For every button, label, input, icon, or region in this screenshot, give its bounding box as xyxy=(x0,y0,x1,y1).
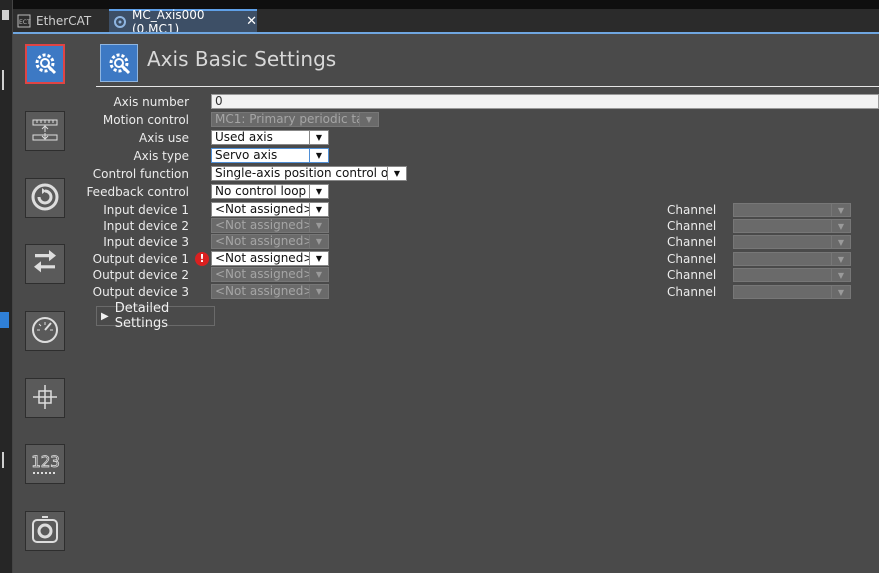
axis-number-field[interactable]: 0 xyxy=(211,94,879,109)
chevron-down-icon: ▼ xyxy=(831,219,851,233)
control-function-select[interactable]: Single-axis position control only ▼ xyxy=(211,166,407,181)
input-device-3-select: <Not assigned> ▼ xyxy=(211,234,329,249)
axis-settings-panel: 123 Axis Basic Settings Axis number 0 Mo… xyxy=(13,32,879,573)
output-device-1-channel-select: ▼ xyxy=(733,252,851,266)
chevron-down-icon: ▼ xyxy=(831,268,851,282)
channel-label: Channel xyxy=(667,203,717,217)
axis-icon xyxy=(113,15,127,29)
axis-number-label: Axis number xyxy=(113,95,189,109)
chevron-down-icon[interactable]: ▼ xyxy=(309,130,329,145)
input-device-2-select: <Not assigned> ▼ xyxy=(211,218,329,233)
axis-type-label: Axis type xyxy=(133,149,189,163)
axis-use-label: Axis use xyxy=(139,131,189,145)
encoder-icon xyxy=(30,515,60,548)
channel-label: Channel xyxy=(667,235,717,249)
tab-label: EtherCAT xyxy=(36,13,92,28)
tab-bar: ECT EtherCAT MC_Axis000 (0,MC1) ✕ xyxy=(13,0,879,36)
chevron-down-icon[interactable]: ▼ xyxy=(309,148,329,163)
strip-selection-marker xyxy=(0,312,9,328)
chevron-down-icon: ▼ xyxy=(831,252,851,266)
motion-control-select: MC1: Primary periodic task ▼ xyxy=(211,112,379,127)
chevron-down-icon[interactable]: ▼ xyxy=(309,202,329,217)
gear-icon xyxy=(31,49,59,80)
input-device-1-select[interactable]: <Not assigned> ▼ xyxy=(211,202,329,217)
sidebar-item-position-count-settings[interactable] xyxy=(25,378,65,418)
ethercat-icon: ECT xyxy=(17,14,31,28)
output-device-1-label: Output device 1 xyxy=(92,252,189,266)
gauge-icon xyxy=(30,315,60,348)
output-device-2-label: Output device 2 xyxy=(92,268,189,282)
input-device-1-label: Input device 1 xyxy=(103,203,189,217)
chevron-down-icon[interactable]: ▼ xyxy=(309,251,329,266)
chevron-down-icon: ▼ xyxy=(831,203,851,217)
expand-triangle-icon: ▶ xyxy=(101,310,109,322)
chevron-down-icon: ▼ xyxy=(831,235,851,249)
sidebar-item-servo-drive-settings[interactable]: 123 xyxy=(25,444,65,484)
output-device-1-select[interactable]: <Not assigned> ▼ xyxy=(211,251,329,266)
sidebar-item-homing-settings[interactable] xyxy=(25,511,65,551)
channel-label: Channel xyxy=(667,219,717,233)
chevron-down-icon: ▼ xyxy=(309,218,329,233)
motion-control-label: Motion control xyxy=(102,113,189,127)
chevron-down-icon: ▼ xyxy=(309,234,329,249)
header-divider xyxy=(96,86,879,87)
channel-label: Channel xyxy=(667,252,717,266)
feedback-control-select[interactable]: No control loop ▼ xyxy=(211,184,329,199)
output-device-2-channel-select: ▼ xyxy=(733,268,851,282)
control-function-label: Control function xyxy=(92,167,189,181)
input-device-1-channel-select: ▼ xyxy=(733,203,851,217)
chevron-down-icon: ▼ xyxy=(359,112,379,127)
chevron-down-icon[interactable]: ▼ xyxy=(387,166,407,181)
input-device-2-label: Input device 2 xyxy=(103,219,189,233)
feedback-control-label: Feedback control xyxy=(86,185,189,199)
tab-ethercat[interactable]: ECT EtherCAT xyxy=(13,9,105,32)
input-device-3-label: Input device 3 xyxy=(103,235,189,249)
page-title: Axis Basic Settings xyxy=(147,47,337,71)
channel-label: Channel xyxy=(667,268,717,282)
chevron-down-icon[interactable]: ▼ xyxy=(309,184,329,199)
input-device-2-channel-select: ▼ xyxy=(733,219,851,233)
axis-settings-gear-icon xyxy=(100,44,138,82)
detailed-settings-label: Detailed Settings xyxy=(114,301,170,331)
strip-marker xyxy=(2,70,9,90)
chevron-down-icon: ▼ xyxy=(309,284,329,299)
svg-text:ECT: ECT xyxy=(19,19,31,26)
chevron-down-icon: ▼ xyxy=(831,285,851,299)
crosshair-icon xyxy=(31,383,59,414)
strip-marker xyxy=(2,10,9,20)
chevron-down-icon: ▼ xyxy=(309,267,329,282)
outer-left-strip xyxy=(0,0,13,573)
axis-use-select[interactable]: Used axis ▼ xyxy=(211,130,329,145)
output-device-2-select: <Not assigned> ▼ xyxy=(211,267,329,282)
tab-mc-axis000[interactable]: MC_Axis000 (0,MC1) ✕ xyxy=(109,8,257,36)
warning-icon: ! xyxy=(195,252,209,266)
axis-type-select[interactable]: Servo axis ▼ xyxy=(211,148,329,163)
detailed-settings-toggle[interactable]: ▶ Detailed Settings xyxy=(96,301,215,331)
input-device-3-channel-select: ▼ xyxy=(733,235,851,249)
output-device-3-channel-select: ▼ xyxy=(733,285,851,299)
output-device-3-select: <Not assigned> ▼ xyxy=(211,284,329,299)
strip-marker xyxy=(2,452,9,468)
close-icon[interactable]: ✕ xyxy=(246,14,257,29)
svg-text:123: 123 xyxy=(31,452,60,471)
sidebar-item-limit-settings[interactable] xyxy=(25,311,65,351)
output-device-3-label: Output device 3 xyxy=(92,285,189,299)
channel-label: Channel xyxy=(667,285,717,299)
counter-icon: 123 xyxy=(30,449,60,480)
sidebar-item-axis-basic-settings[interactable] xyxy=(25,44,65,84)
